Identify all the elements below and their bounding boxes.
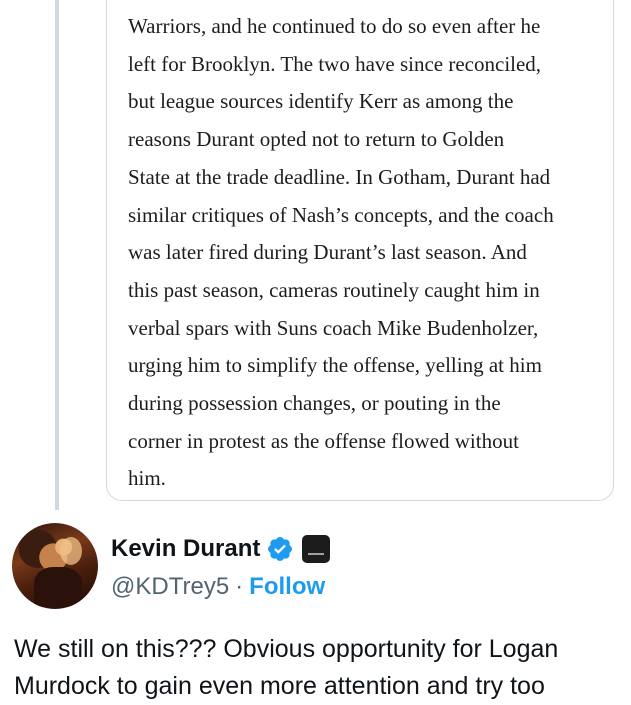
separator-dot: · [235, 573, 244, 600]
quoted-article-text: Warriors, and he continued to do so even… [128, 8, 598, 498]
article-line: corner in protest as the offense flowed … [128, 428, 519, 453]
article-line: reasons Durant opted not to return to Go… [128, 127, 505, 152]
follow-button[interactable]: Follow [249, 573, 325, 601]
thread-connector-line [55, 0, 59, 510]
tweet-text-line: Murdock to gain even more attention and … [14, 672, 545, 700]
author-name[interactable]: Kevin Durant [111, 535, 260, 563]
quoted-article-card[interactable]: Warriors, and he continued to do so even… [106, 0, 614, 501]
avatar[interactable] [12, 523, 98, 609]
article-line: similar critiques of Nash’s concepts, an… [128, 202, 554, 227]
tweet-text: We still on this??? Obvious opportunity … [14, 631, 619, 705]
article-line: during possession changes, or pouting in… [128, 391, 501, 416]
author-handle[interactable]: @KDTrey5 [111, 573, 229, 601]
article-line: State at the trade deadline. In Gotham, … [128, 164, 551, 189]
tweet-text-line: We still on this??? Obvious opportunity … [14, 635, 559, 663]
article-line: urging him to simplify the offense, yell… [128, 353, 542, 378]
verified-badge-icon [266, 535, 294, 563]
tweet-author: Kevin Durant @KDTrey5 · Follow [111, 532, 331, 601]
article-line: verbal spars with Suns coach Mike Budenh… [128, 315, 539, 340]
affiliate-badge-icon [302, 535, 331, 563]
article-line: Warriors, and he continued to do so even… [128, 14, 541, 38]
article-line: but league sources identify Kerr as amon… [128, 89, 514, 114]
article-line: this past season, cameras routinely caug… [128, 277, 540, 302]
article-line: was later fired during Durant’s last sea… [128, 240, 527, 265]
article-line: him. [128, 466, 166, 491]
article-line: left for Brooklyn. The two have since re… [128, 51, 542, 76]
